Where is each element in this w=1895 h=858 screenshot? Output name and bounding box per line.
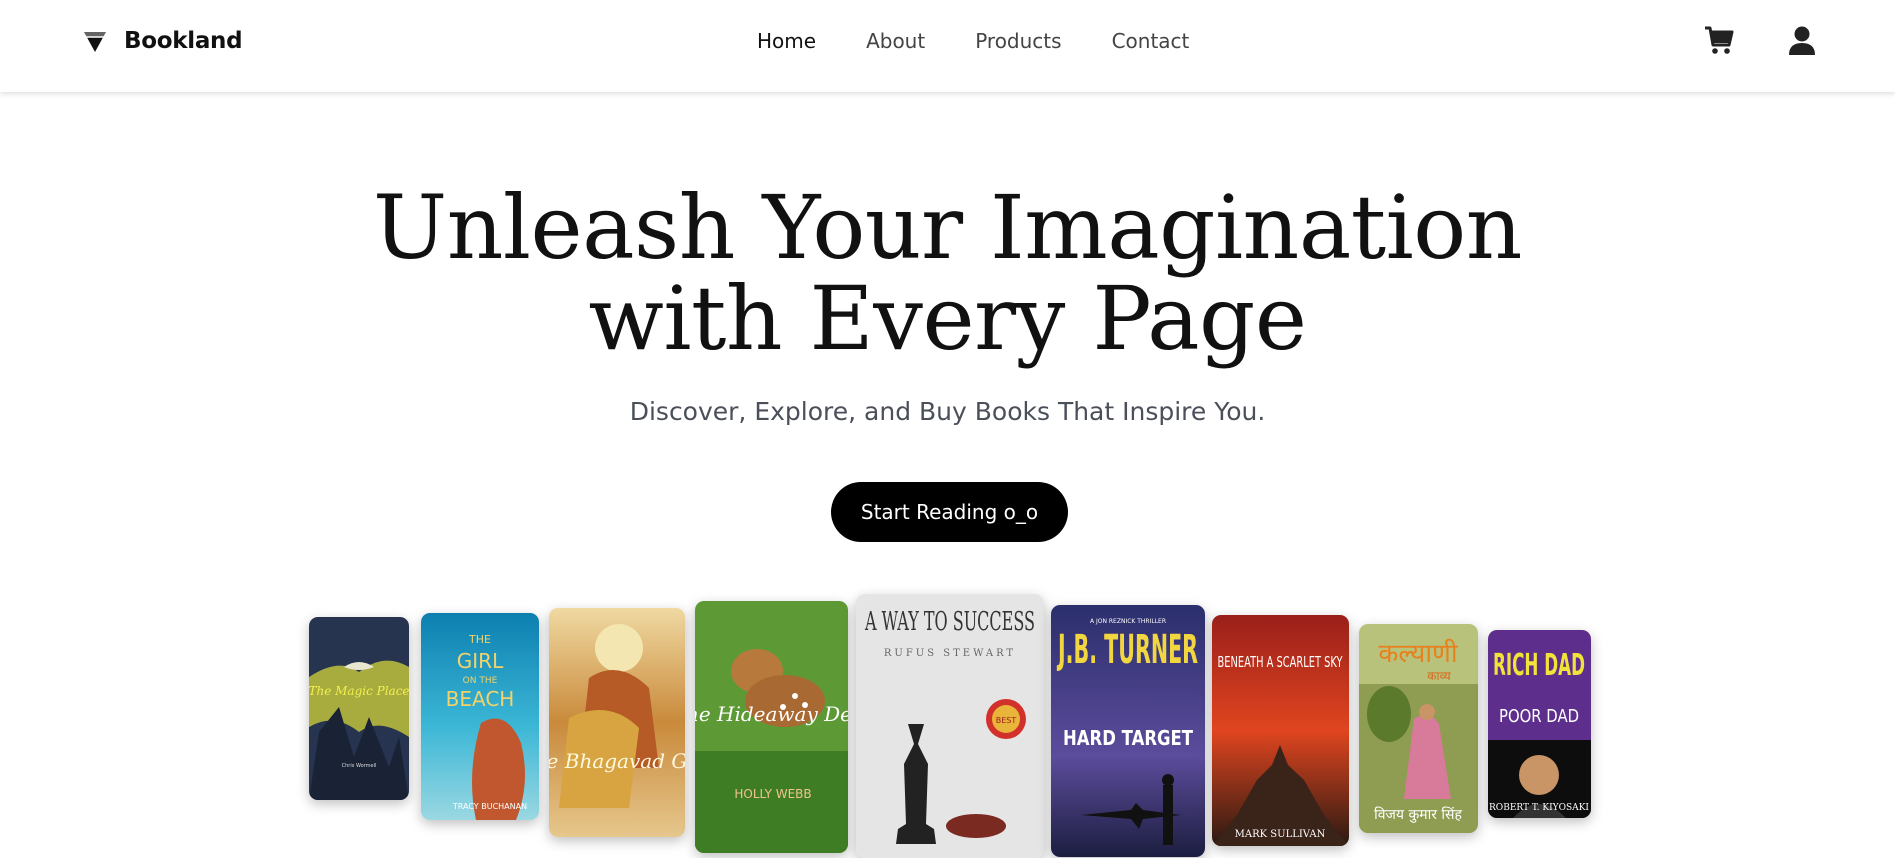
cart-button[interactable] — [1704, 24, 1734, 60]
book-title-hard-target: J.B. TURNER — [1056, 627, 1198, 673]
book-cover-bhagavad-gita[interactable]: The Bhagavad Gita — [549, 608, 685, 837]
hero-subtitle: Discover, Explore, and Buy Books That In… — [629, 397, 1266, 426]
book-title-rich-dad: RICH DAD — [1493, 648, 1585, 683]
book-title-way-to-success: A WAY TO SUCCESS — [864, 607, 1035, 637]
book-author-beneath-scarlet-sky: MARK SULLIVAN — [1235, 829, 1326, 840]
magic-place-cover-art: The Magic Place Chris Wormell — [309, 617, 409, 800]
book-subtitle-kalyani: काव्य — [1427, 669, 1451, 683]
book-title-beneath-scarlet-sky: BENEATH A SCARLET SKY — [1218, 653, 1344, 671]
start-reading-button[interactable]: Start Reading o_o — [831, 482, 1068, 542]
way-to-success-cover-art: A WAY TO SUCCESS RUFUS STEWART BEST — [856, 594, 1044, 858]
book-cover-girl-on-beach[interactable]: THE GIRL ON THE BEACH TRACY BUCHANAN — [421, 613, 539, 820]
cover-text: ON THE — [463, 676, 498, 686]
book-author-magic-place: Chris Wormell — [342, 763, 377, 769]
cover-text: GIRL — [457, 649, 504, 673]
cart-icon — [1705, 26, 1734, 54]
rich-dad-cover-art: RICH DAD POOR DAD ROBERT T. KIYOSAKI — [1488, 630, 1591, 818]
cover-text: BEST — [996, 716, 1017, 725]
beneath-scarlet-sky-cover-art: BENEATH A SCARLET SKY MARK SULLIVAN — [1212, 615, 1349, 846]
book-cover-magic-place[interactable]: The Magic Place Chris Wormell — [309, 617, 409, 800]
book-author-rich-dad: ROBERT T. KIYOSAKI — [1489, 803, 1589, 813]
hideaway-deer-cover-art: The Hideaway Deer HOLLY WEBB — [695, 601, 848, 853]
cover-text: BEACH — [446, 687, 515, 711]
kalyani-cover-art: कल्याणी काव्य विजय कुमार सिंह — [1359, 624, 1478, 833]
brand-name: Bookland — [124, 28, 243, 54]
hard-target-cover-art: A JON REZNICK THRILLER J.B. TURNER HARD … — [1051, 605, 1205, 857]
book-subtitle-poor-dad: POOR DAD — [1499, 706, 1579, 727]
book-cover-kalyani[interactable]: कल्याणी काव्य विजय कुमार सिंह — [1359, 624, 1478, 833]
account-button[interactable] — [1788, 26, 1816, 60]
nav-home[interactable]: Home — [757, 29, 816, 53]
diamond-logo-icon — [84, 32, 106, 52]
book-title-hideaway-deer: The Hideaway Deer — [695, 702, 848, 726]
book-cover-beneath-scarlet-sky[interactable]: BENEATH A SCARLET SKY MARK SULLIVAN — [1212, 615, 1349, 846]
book-cover-hard-target[interactable]: A JON REZNICK THRILLER J.B. TURNER HARD … — [1051, 605, 1205, 857]
cover-text: THE — [468, 633, 491, 646]
top-navbar: Bookland Home About Products Contact — [0, 0, 1895, 92]
book-title-kalyani: कल्याणी — [1378, 638, 1458, 669]
book-title-magic-place: The Magic Place — [309, 684, 409, 698]
book-subtitle-hard-target: HARD TARGET — [1063, 726, 1193, 750]
book-series-hard-target: A JON REZNICK THRILLER — [1090, 618, 1166, 625]
book-author-hideaway-deer: HOLLY WEBB — [734, 787, 811, 801]
brand-logo[interactable]: Bookland — [82, 28, 243, 54]
hero-title-line-2: with Every Page — [588, 267, 1307, 370]
book-author-way-to-success: RUFUS STEWART — [884, 648, 1016, 659]
hero-title: Unleash Your Imagination with Every Page — [0, 182, 1895, 364]
nav-about[interactable]: About — [866, 29, 925, 53]
book-author-kalyani: विजय कुमार सिंह — [1374, 806, 1462, 823]
main-menu: Home About Products Contact — [757, 29, 1189, 53]
book-cover-way-to-success[interactable]: A WAY TO SUCCESS RUFUS STEWART BEST — [856, 594, 1044, 858]
book-author-girl-on-beach: TRACY BUCHANAN — [452, 802, 527, 811]
book-cover-rich-dad-poor-dad[interactable]: RICH DAD POOR DAD ROBERT T. KIYOSAKI — [1488, 630, 1591, 818]
bhagavad-gita-cover-art: The Bhagavad Gita — [549, 608, 685, 837]
book-cover-hideaway-deer[interactable]: The Hideaway Deer HOLLY WEBB — [695, 601, 848, 853]
hero-title-line-1: Unleash Your Imagination — [373, 176, 1522, 279]
user-icon — [1789, 26, 1815, 55]
nav-contact[interactable]: Contact — [1112, 29, 1190, 53]
book-title-bhagavad-gita: The Bhagavad Gita — [549, 749, 685, 773]
nav-products[interactable]: Products — [975, 29, 1061, 53]
girl-on-beach-cover-art: THE GIRL ON THE BEACH TRACY BUCHANAN — [421, 613, 539, 820]
